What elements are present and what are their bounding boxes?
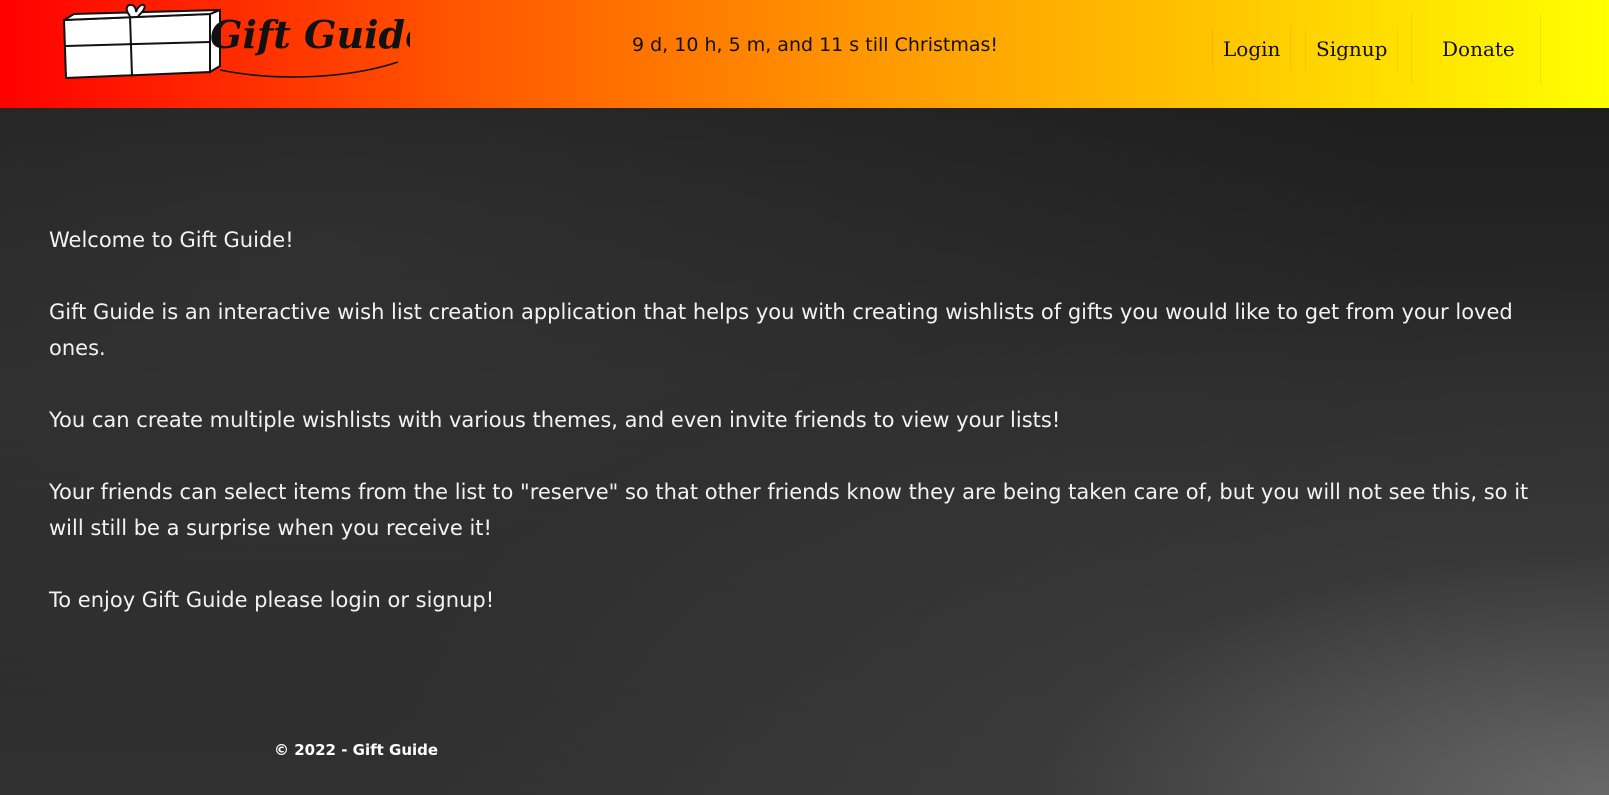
brand-logo[interactable]: Gift Guide <box>60 0 410 88</box>
site-header: Gift Guide 9 d, 10 h, 5 m, and 11 s till… <box>0 0 1609 108</box>
feature-paragraph: You can create multiple wishlists with v… <box>49 408 1061 432</box>
nav-signup-container: Signup <box>1305 14 1399 84</box>
reserve-paragraph: Your friends can select items from the l… <box>49 480 1529 540</box>
footer-copyright: © 2022 - Gift Guide <box>274 741 439 759</box>
signup-link[interactable]: Signup <box>1305 27 1399 71</box>
nav-donate-container: Donate <box>1432 14 1525 84</box>
welcome-heading: Welcome to Gift Guide! <box>49 228 294 252</box>
gift-box-icon: Gift Guide <box>62 3 410 80</box>
description-paragraph: Gift Guide is an interactive wish list c… <box>49 300 1513 360</box>
nav-login-container: Login <box>1212 14 1292 84</box>
cta-paragraph: To enjoy Gift Guide please login or sign… <box>49 588 495 612</box>
christmas-countdown: 9 d, 10 h, 5 m, and 11 s till Christmas! <box>631 34 998 56</box>
login-link[interactable]: Login <box>1212 27 1292 71</box>
donate-link[interactable]: Donate <box>1432 27 1525 71</box>
welcome-content: Welcome to Gift Guide! Gift Guide is an … <box>49 222 1569 654</box>
logo-text: Gift Guide <box>210 12 410 57</box>
